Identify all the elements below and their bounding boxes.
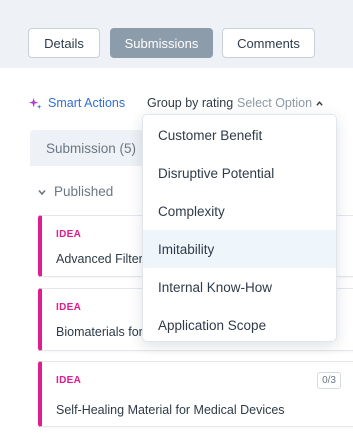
top-tab-bar: Details Submissions Comments [0,0,353,68]
tab-comments[interactable]: Comments [222,28,315,58]
dropdown-option-disruptive-potential[interactable]: Disruptive Potential [143,154,336,192]
smart-actions-label: Smart Actions [48,96,126,110]
group-by-value: Select Option [237,96,313,110]
tab-submission-count[interactable]: Submission (5) [30,130,150,166]
tab-details[interactable]: Details [28,28,100,58]
chevron-down-icon [38,189,46,195]
card-type-badge: IDEA [56,302,82,313]
tab-submissions[interactable]: Submissions [110,28,213,58]
dropdown-option-application-scope[interactable]: Application Scope [143,306,336,344]
group-by-label: Group by rating [147,96,234,110]
smart-actions-button[interactable]: Smart Actions [29,96,125,110]
card-type-badge: IDEA [56,375,82,386]
dropdown-option-customer-benefit[interactable]: Customer Benefit [143,116,336,154]
card-title: Biomaterials for [56,325,143,339]
chevron-up-icon [316,100,323,106]
submissions-toolbar: Smart Actions Group by rating Select Opt… [0,96,353,112]
card-title: Self-Healing Material for Medical Device… [56,403,285,417]
submission-card[interactable]: IDEA 0/3 Self-Healing Material for Medic… [38,361,353,427]
section-published-toggle[interactable]: Published [38,184,113,199]
card-rating-count: 0/3 [317,372,341,389]
dropdown-option-complexity[interactable]: Complexity [143,192,336,230]
card-type-badge: IDEA [56,229,82,240]
section-published-label: Published [54,184,114,199]
group-by-select[interactable]: Select Option [237,96,323,110]
sparkle-icon [29,97,42,109]
dropdown-option-imitability[interactable]: Imitability [143,230,336,268]
group-by-dropdown-menu: Customer Benefit Disruptive Potential Co… [142,114,337,342]
card-title: Advanced Filteri [56,252,146,266]
dropdown-option-internal-know-how[interactable]: Internal Know-How [143,268,336,306]
